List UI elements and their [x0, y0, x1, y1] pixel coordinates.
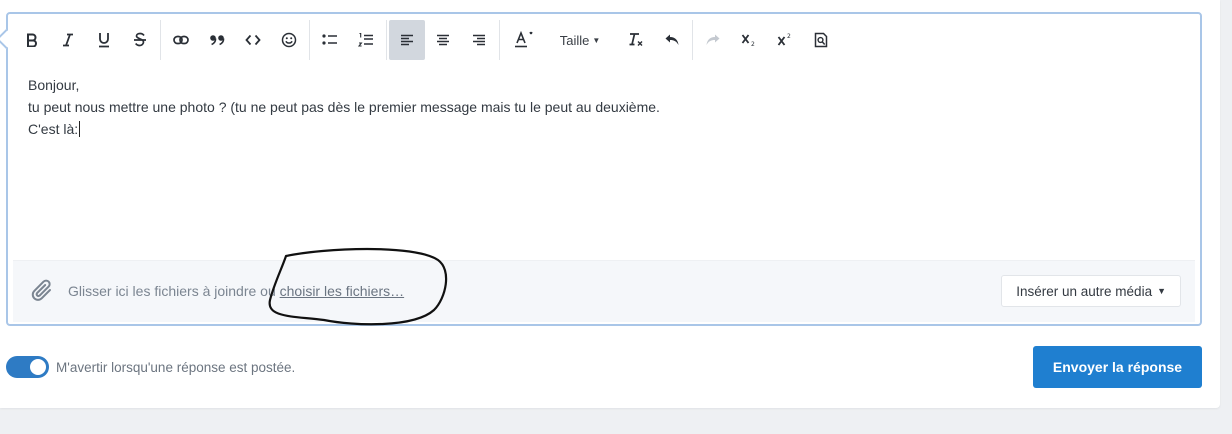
align-right-icon	[473, 34, 485, 46]
toolbar-separator	[499, 20, 500, 60]
watch-thread-toggle[interactable]	[6, 356, 49, 378]
message-editor[interactable]: Taille ▼ 2 2 Bonjour, tu peut nous mettr…	[0, 12, 1202, 326]
redo-button[interactable]	[695, 20, 731, 60]
attachment-dropzone[interactable]: Glisser ici les fichiers à joindre ou ch…	[13, 260, 1195, 322]
text-color-button[interactable]	[506, 20, 542, 60]
numbered-list-icon	[358, 32, 373, 47]
bold-icon	[27, 33, 37, 47]
code-button[interactable]	[235, 20, 271, 60]
align-left-button[interactable]	[389, 20, 425, 60]
text-cursor	[79, 121, 81, 137]
subscript-button[interactable]: 2	[731, 20, 767, 60]
message-line-greeting: Bonjour,	[28, 77, 80, 93]
toggle-knob	[30, 359, 46, 375]
font-size-dropdown[interactable]: Taille ▼	[550, 20, 610, 60]
toolbar-separator	[309, 20, 310, 60]
insert-media-label: Insérer un autre média	[1016, 283, 1153, 299]
align-center-button[interactable]	[425, 20, 461, 60]
code-icon	[245, 34, 261, 46]
message-line-last-text: C'est là:	[28, 121, 79, 137]
chevron-down-icon: ▼	[1157, 286, 1166, 296]
message-content[interactable]: Bonjour, tu peut nous mettre une photo ?…	[28, 74, 1180, 140]
align-right-button[interactable]	[461, 20, 497, 60]
underline-icon	[99, 33, 109, 48]
toolbar-separator	[160, 20, 161, 60]
quote-icon	[210, 35, 225, 46]
emoji-button[interactable]	[271, 20, 307, 60]
submit-reply-button[interactable]: Envoyer la réponse	[1033, 346, 1202, 388]
superscript-button[interactable]: 2	[767, 20, 803, 60]
attachment-hint: Glisser ici les fichiers à joindre ou ch…	[68, 283, 404, 299]
bullet-list-button[interactable]	[312, 20, 348, 60]
redo-icon	[706, 34, 720, 45]
svg-text:2: 2	[787, 33, 791, 40]
clear-format-button[interactable]	[618, 20, 654, 60]
editor-toolbar: Taille ▼ 2 2	[14, 18, 839, 62]
undo-button[interactable]	[654, 20, 690, 60]
bold-button[interactable]	[14, 20, 50, 60]
insert-media-button[interactable]: Insérer un autre média ▼	[1001, 275, 1181, 307]
chevron-down-icon: ▼	[592, 35, 601, 45]
paperclip-icon	[31, 279, 51, 301]
bullet-list-icon	[322, 34, 337, 45]
strikethrough-button[interactable]	[122, 20, 158, 60]
watch-thread-label: M'avertir lorsqu'une réponse est postée.	[56, 359, 296, 375]
align-center-icon	[437, 34, 449, 46]
emoji-icon	[281, 32, 297, 48]
quote-button[interactable]	[199, 20, 235, 60]
clear-format-icon	[629, 33, 643, 46]
message-line-request: tu peut nous mettre une photo ? (tu ne p…	[28, 99, 660, 115]
attachment-drop-text: Glisser ici les fichiers à joindre ou	[68, 283, 280, 299]
watch-thread-toggle-row: M'avertir lorsqu'une réponse est postée.	[6, 356, 295, 378]
numbered-list-button[interactable]	[348, 20, 384, 60]
text-color-icon	[515, 31, 533, 48]
reply-card: Taille ▼ 2 2 Bonjour, tu peut nous mettr…	[0, 0, 1220, 408]
choose-files-link[interactable]: choisir les fichiers…	[280, 283, 404, 299]
preview-button[interactable]	[803, 20, 839, 60]
undo-icon	[665, 34, 679, 45]
underline-button[interactable]	[86, 20, 122, 60]
link-icon	[173, 35, 189, 45]
strikethrough-icon	[134, 32, 146, 47]
message-line-last: C'est là:	[28, 118, 1180, 140]
font-size-label: Taille	[559, 32, 590, 48]
subscript-icon: 2	[741, 34, 755, 47]
svg-text:2: 2	[751, 41, 755, 47]
toolbar-separator	[692, 20, 693, 60]
italic-button[interactable]	[50, 20, 86, 60]
toolbar-separator	[386, 20, 387, 60]
link-button[interactable]	[163, 20, 199, 60]
align-left-icon	[401, 34, 413, 46]
italic-icon	[63, 33, 73, 47]
preview-icon	[814, 32, 828, 48]
superscript-icon: 2	[777, 33, 791, 46]
